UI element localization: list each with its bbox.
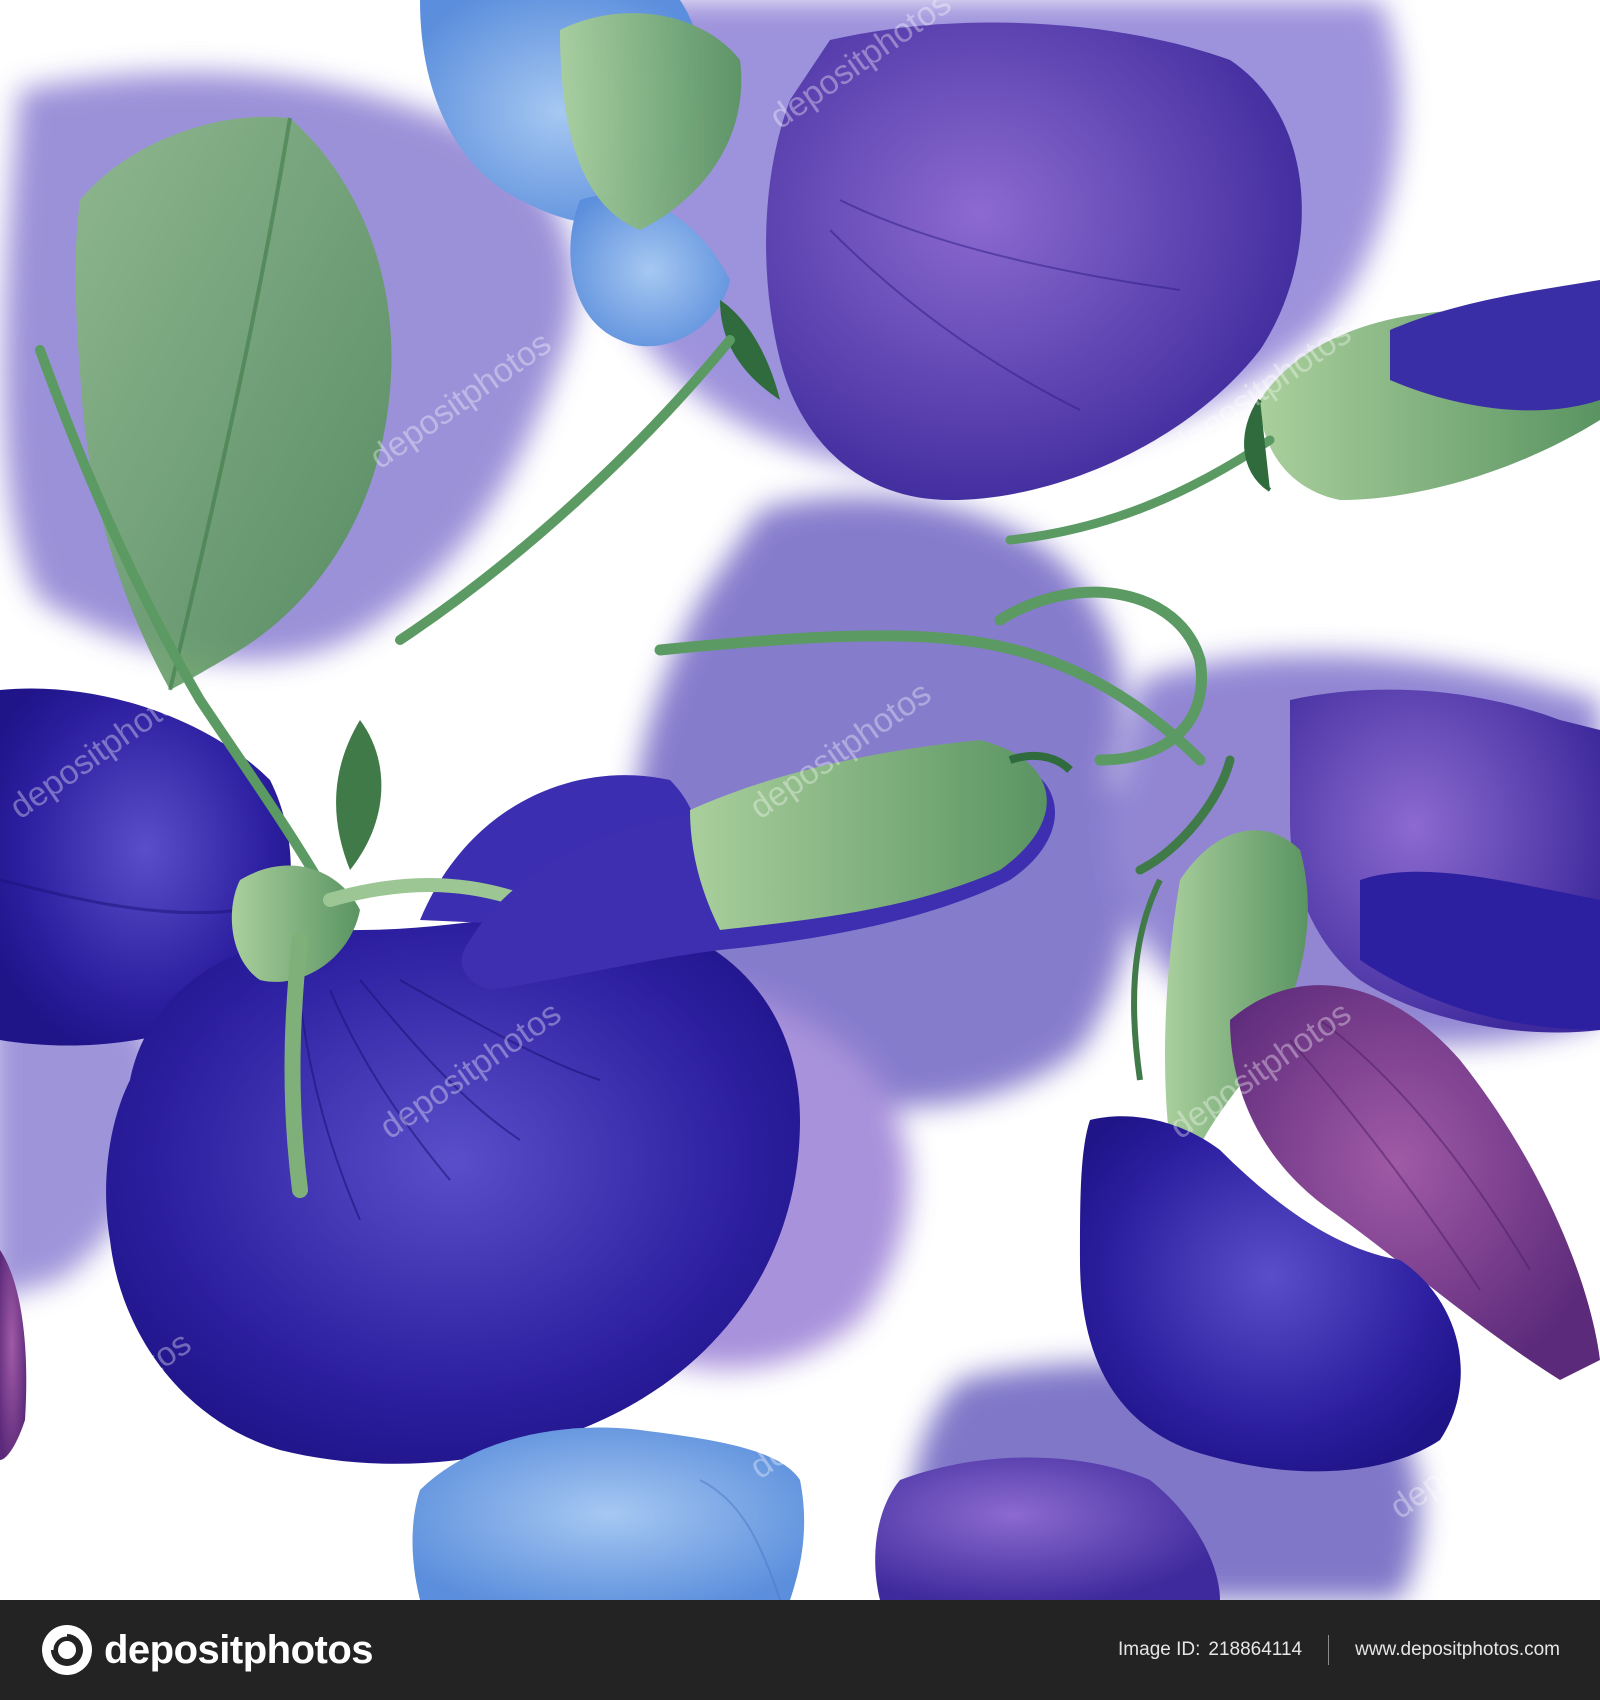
watermark-text: depositphotos xyxy=(3,1324,198,1477)
image-id-label: Image ID: xyxy=(1118,1639,1201,1660)
site-url-link[interactable]: www.depositphotos.com xyxy=(1355,1639,1560,1661)
brand-logo[interactable]: depositphotos xyxy=(40,1623,374,1677)
brand-name: depositphotos xyxy=(104,1627,374,1672)
watercolor-floral-pattern: depositphotos depositphotos depositphoto… xyxy=(0,0,1600,1600)
camera-aperture-icon xyxy=(42,1625,92,1675)
footer-info: Image ID: 218864114 www.depositphotos.co… xyxy=(1118,1635,1560,1665)
footer-divider xyxy=(1328,1635,1330,1665)
image-id-value: 218864114 xyxy=(1208,1639,1303,1660)
footer-bar: depositphotos Image ID: 218864114 www.de… xyxy=(0,1600,1600,1700)
floral-illustration: depositphotos depositphotos depositphoto… xyxy=(0,0,1600,1600)
